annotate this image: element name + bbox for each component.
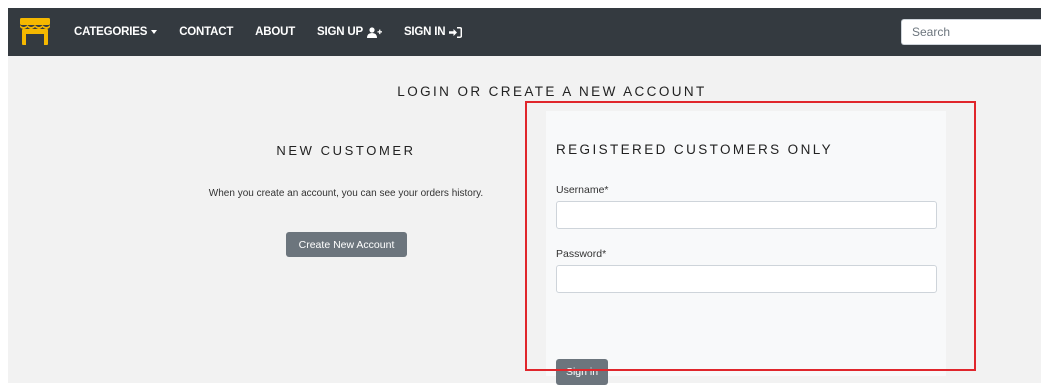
new-customer-description: When you create an account, you can see … (208, 188, 484, 199)
nav-about-label: ABOUT (255, 26, 296, 38)
password-input[interactable] (556, 265, 937, 293)
user-plus-icon (366, 26, 382, 38)
nav-signin-label: SIGN IN (403, 26, 446, 38)
page-title: LOGIN OR CREATE A NEW ACCOUNT (397, 84, 707, 99)
nav-categories-label: CATEGORIES (74, 26, 148, 38)
password-label: Password* (556, 248, 607, 260)
search-input[interactable] (901, 19, 1041, 45)
nav-contact-label: CONTACT (179, 26, 234, 38)
username-label: Username* (556, 184, 609, 196)
login-heading: REGISTERED CUSTOMERS ONLY (556, 142, 834, 157)
caret-down-icon (151, 30, 158, 34)
username-input[interactable] (556, 201, 937, 229)
storefront-icon[interactable] (19, 18, 51, 46)
new-customer-heading: NEW CUSTOMER (276, 143, 416, 158)
nav-categories-dropdown[interactable]: CATEGORIES (74, 26, 158, 38)
sign-in-button[interactable]: Sign in (556, 359, 608, 385)
login-section: REGISTERED CUSTOMERS ONLY Username* Pass… (546, 111, 946, 385)
create-account-button[interactable]: Create New Account (286, 232, 407, 257)
new-customer-section: NEW CUSTOMER When you create an account,… (178, 140, 514, 257)
nav-contact-link[interactable]: CONTACT (179, 26, 233, 38)
nav-about-link[interactable]: ABOUT (255, 26, 295, 38)
top-navbar: CATEGORIES CONTACT ABOUT SIGN UP SIGN IN (8, 8, 1041, 56)
nav-signup-label: SIGN UP (317, 26, 363, 38)
nav-signin-link[interactable]: SIGN IN (403, 26, 463, 38)
sign-in-icon (449, 26, 463, 38)
main-content: LOGIN OR CREATE A NEW ACCOUNT NEW CUSTOM… (8, 56, 1041, 385)
nav-signup-link[interactable]: SIGN UP (317, 26, 382, 38)
